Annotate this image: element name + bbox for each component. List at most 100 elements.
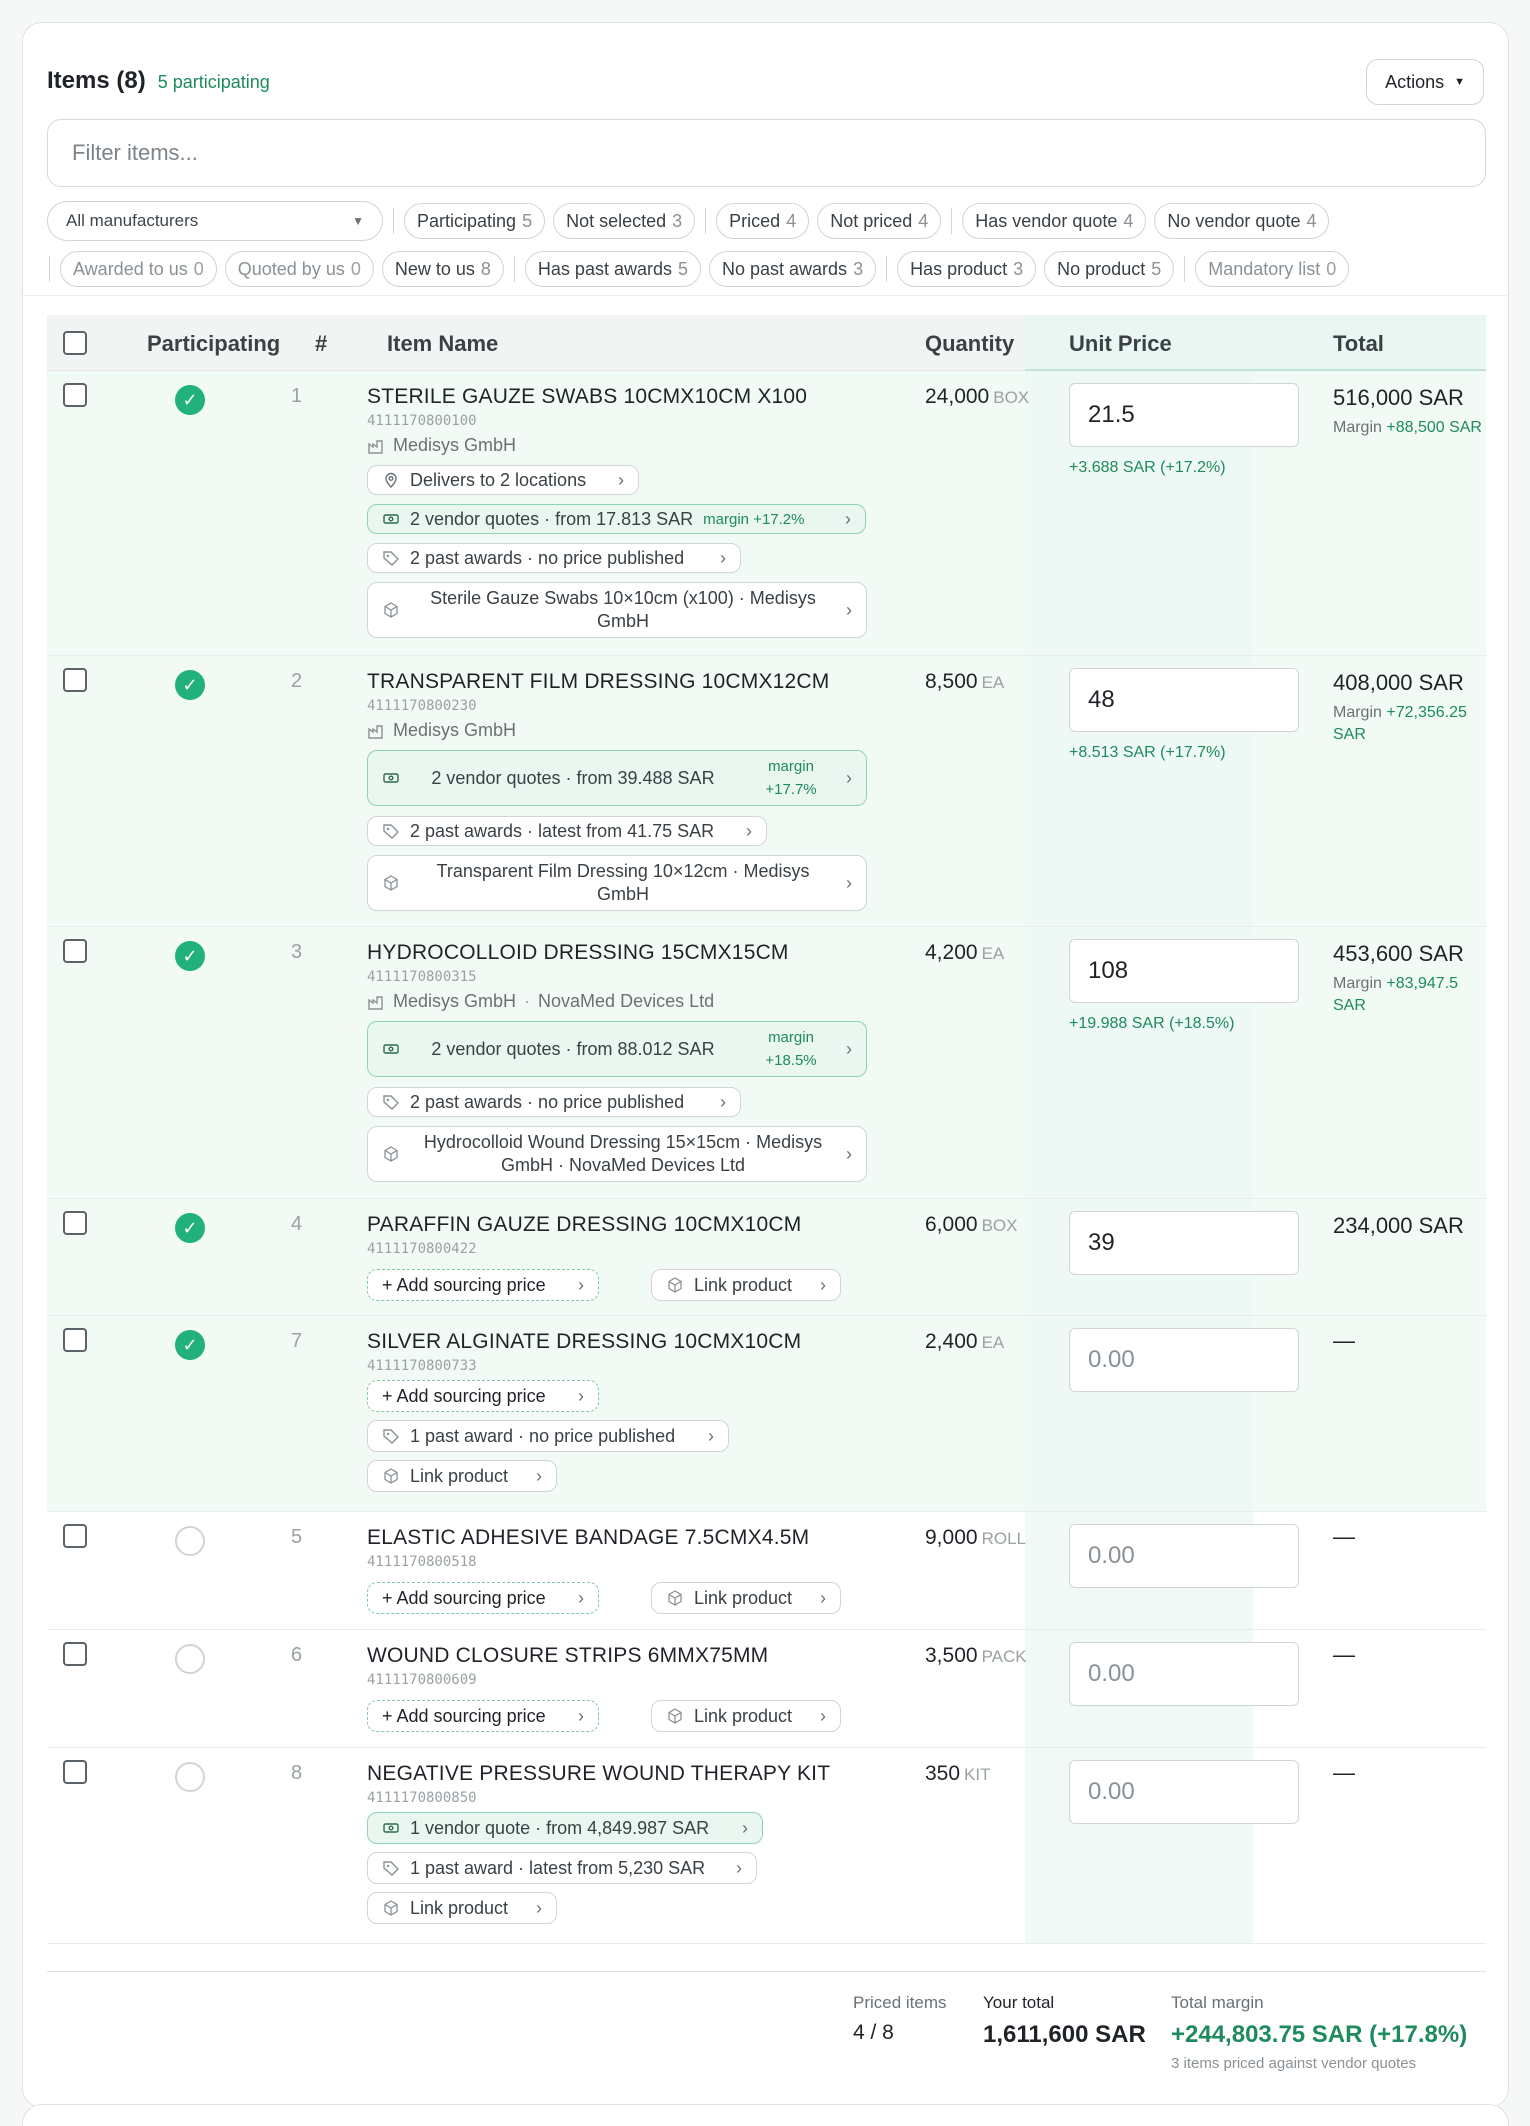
items-card: Items (8) 5 participating Actions ▼ All … (22, 22, 1510, 2108)
past-awards-button[interactable]: 1 past award · latest from 5,230 SAR › (367, 1852, 757, 1884)
add-sourcing-price-button[interactable]: + Add sourcing price › (367, 1380, 599, 1412)
check-icon[interactable]: ✓ (175, 1213, 205, 1243)
item-code: 4111170800609 (367, 1672, 477, 1688)
filter-input[interactable] (47, 119, 1486, 187)
chip-has-product[interactable]: Has product 3 (897, 251, 1037, 287)
manufacturer-select[interactable]: All manufacturers ▼ (47, 201, 383, 241)
chip-quoted-by-us[interactable]: Quoted by us 0 (224, 251, 374, 287)
unit-price-input[interactable] (1069, 1524, 1299, 1588)
actions-button[interactable]: Actions ▼ (1366, 59, 1484, 105)
select-all-checkbox[interactable] (63, 331, 87, 355)
chip-no-vendor-quote[interactable]: No vendor quote 4 (1154, 203, 1330, 239)
price-delta: +19.988 SAR (+18.5%) (1069, 1015, 1235, 1032)
check-icon[interactable]: ✓ (175, 941, 205, 971)
delivers-to-button[interactable]: Delivers to 2 locations › (367, 465, 639, 495)
link-product-label: Link product (694, 1705, 793, 1726)
participation-toggle[interactable] (175, 1526, 205, 1556)
chip-has-past-awards[interactable]: Has past awards 5 (524, 251, 701, 287)
participation-toggle[interactable] (175, 1644, 205, 1674)
chip-participating[interactable]: Participating 5 (404, 203, 546, 239)
row-checkbox[interactable] (63, 1524, 87, 1548)
chevron-right-icon: › (846, 872, 852, 893)
quantity-value: 9,000 (925, 1526, 978, 1549)
chip-no-past-awards[interactable]: No past awards 3 (709, 251, 877, 287)
filter-chips-row2: Awarded to us 0 Quoted by us 0 New to us 8 … (47, 251, 1350, 287)
chip-priced[interactable]: Priced 4 (716, 203, 810, 239)
chip-new-to-us[interactable]: New to us 8 (381, 251, 504, 287)
chevron-right-icon: › (820, 1705, 826, 1726)
unit-price-input[interactable] (1069, 668, 1299, 732)
unit-price-input[interactable] (1069, 1328, 1299, 1392)
unit-price-input[interactable] (1069, 1211, 1299, 1275)
participation-toggle[interactable] (175, 1762, 205, 1792)
row-checkbox[interactable] (63, 1211, 87, 1235)
row-checkbox[interactable] (63, 1642, 87, 1666)
unit-price-input[interactable] (1069, 383, 1299, 447)
link-product-button[interactable]: Link product › (367, 1892, 557, 1924)
add-sourcing-price-button[interactable]: + Add sourcing price › (367, 1582, 599, 1614)
row-checkbox[interactable] (63, 939, 87, 963)
table-row[interactable]: 6 WOUND CLOSURE STRIPS 6MMX75MM 41111708… (47, 1630, 1486, 1748)
margin-label: Margin (1333, 704, 1382, 721)
chip-mandatory-list[interactable]: Mandatory list 0 (1195, 251, 1350, 287)
chip-awarded-to-us[interactable]: Awarded to us 0 (60, 251, 217, 287)
chip-not-selected[interactable]: Not selected 3 (553, 203, 696, 239)
unit-price-input[interactable] (1069, 939, 1299, 1003)
quantity-value: 3,500 (925, 1644, 978, 1667)
past-awards-button[interactable]: 2 past awards · no price published › (367, 1087, 741, 1117)
check-icon[interactable]: ✓ (175, 670, 205, 700)
chip-label: Has past awards (537, 258, 672, 279)
add-sourcing-price-button[interactable]: + Add sourcing price › (367, 1269, 599, 1301)
item-code: 4111170800422 (367, 1241, 477, 1257)
linked-product-button[interactable]: Hydrocolloid Wound Dressing 15×15cm · Me… (367, 1126, 867, 1182)
link-product-button[interactable]: Link product › (367, 1460, 557, 1492)
chip-has-vendor-quote[interactable]: Has vendor quote 4 (962, 203, 1147, 239)
link-product-button[interactable]: Link product › (651, 1269, 841, 1301)
table-row[interactable]: 8 NEGATIVE PRESSURE WOUND THERAPY KIT 41… (47, 1748, 1486, 1944)
quantity-unit: KIT (964, 1765, 991, 1784)
link-product-button[interactable]: Link product › (651, 1700, 841, 1732)
check-icon[interactable]: ✓ (175, 1330, 205, 1360)
table-row[interactable]: ✓ 4 PARAFFIN GAUZE DRESSING 10CMX10CM 41… (47, 1199, 1486, 1316)
vendor-quotes-button[interactable]: 2 vendor quotes · from 39.488 SAR margin… (367, 750, 867, 806)
row-total: 516,000 SAR (1333, 385, 1464, 410)
link-product-label: Link product (410, 1465, 509, 1486)
row-total: — (1333, 1642, 1355, 1667)
check-icon[interactable]: ✓ (175, 385, 205, 415)
your-total-summary: Your total 1,611,600 SAR (983, 1993, 1146, 2049)
row-checkbox[interactable] (63, 1760, 87, 1784)
table-row[interactable]: ✓ 7 SILVER ALGINATE DRESSING 10CMX10CM 4… (47, 1316, 1486, 1512)
row-number: 6 (291, 1644, 303, 1666)
table-row[interactable]: 5 ELASTIC ADHESIVE BANDAGE 7.5CMX4.5M 41… (47, 1512, 1486, 1630)
link-product-button[interactable]: Link product › (651, 1582, 841, 1614)
vendor-quotes-button[interactable]: 2 vendor quotes · from 17.813 SAR margin… (367, 504, 866, 534)
row-checkbox[interactable] (63, 668, 87, 692)
table-row[interactable]: ✓ 2 TRANSPARENT FILM DRESSING 10CMX12CM … (47, 656, 1486, 927)
item-name: NEGATIVE PRESSURE WOUND THERAPY KIT (367, 1762, 831, 1785)
row-checkbox[interactable] (63, 383, 87, 407)
quantity-unit: ROLL (981, 1529, 1026, 1548)
chip-no-product[interactable]: No product 5 (1044, 251, 1175, 287)
item-code: 4111170800230 (367, 698, 477, 714)
chip-not-priced[interactable]: Not priced 4 (817, 203, 942, 239)
past-awards-button[interactable]: 1 past award · no price published › (367, 1420, 729, 1452)
past-awards-button[interactable]: 2 past awards · latest from 41.75 SAR › (367, 816, 767, 846)
unit-price-input[interactable] (1069, 1642, 1299, 1706)
quantity-value: 6,000 (925, 1213, 978, 1236)
chevron-right-icon: › (578, 1274, 584, 1295)
vendor-quotes-button[interactable]: 2 vendor quotes · from 88.012 SAR margin… (367, 1021, 867, 1077)
tag-icon (383, 551, 399, 566)
past-awards-label: 1 past award · no price published (410, 1425, 676, 1446)
vendor-quotes-button[interactable]: 1 vendor quote · from 4,849.987 SAR › (367, 1812, 763, 1844)
unit-price-input[interactable] (1069, 1760, 1299, 1824)
row-checkbox[interactable] (63, 1328, 87, 1352)
add-sourcing-price-button[interactable]: + Add sourcing price › (367, 1700, 599, 1732)
past-awards-button[interactable]: 2 past awards · no price published › (367, 543, 741, 573)
linked-product-button[interactable]: Sterile Gauze Swabs 10×10cm (x100) · Med… (367, 582, 867, 638)
table-row[interactable]: ✓ 3 HYDROCOLLOID DRESSING 15CMX15CM 4111… (47, 927, 1486, 1199)
total-margin-label: Total margin (1171, 1993, 1264, 2012)
linked-product-button[interactable]: Transparent Film Dressing 10×12cm · Medi… (367, 855, 867, 911)
quantity: 6,000 BOX (925, 1213, 1017, 1237)
table-row[interactable]: ✓ 1 STERILE GAUZE SWABS 10CMX10CM X100 4… (47, 371, 1486, 656)
quantity-unit: EA (981, 944, 1005, 963)
